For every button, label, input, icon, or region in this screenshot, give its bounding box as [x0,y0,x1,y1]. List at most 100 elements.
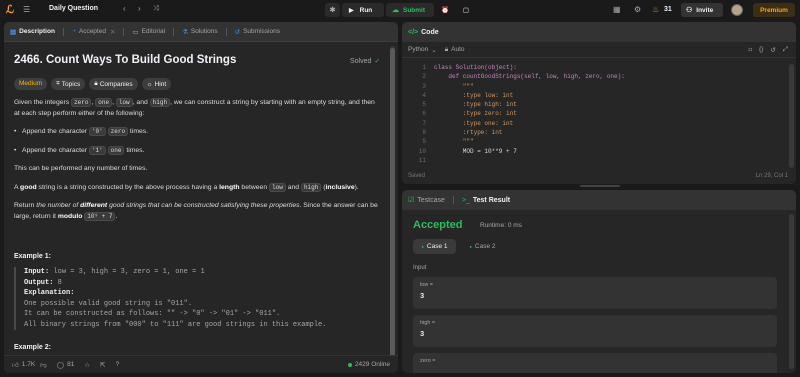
code-panel: </> Code Python ⌄ 🔒︎ Auto ⌑ {} ↺ ⤢ 1 clas… [402,22,796,184]
line-text: :rtype: int [434,129,503,137]
line-number: 3 [422,82,426,90]
topics-chip[interactable]: ⌗ Topics [51,78,86,90]
problem-title[interactable]: 2466. Count Ways To Build Good Strings [14,54,236,66]
case-2-button[interactable]: ● Case 2 [461,239,504,254]
code-line: 5 :type high: int [402,100,796,109]
book-icon: ▭ [132,28,139,36]
paragraph-return: Return the number of different good stri… [14,202,378,221]
top-bar: ℒ ☰ Daily Question ‹ › ⤨ ✱ ▶ Run ☁ Submi… [0,0,800,20]
tag-row: Medium ⌗ Topics 🔒︎ Companies ☼ Hint [14,78,172,90]
companies-chip[interactable]: 🔒︎ Companies [89,78,138,90]
auto-label[interactable]: Auto [451,46,464,53]
layout-icon[interactable]: ▦ [613,5,621,14]
tab-label: Solutions [190,28,218,35]
example-explanation: Explanation: [24,289,75,297]
page-title[interactable]: Daily Question [49,5,98,12]
tab-solutions[interactable]: ⚗ Solutions [182,28,218,36]
var-value: 3 [420,331,425,339]
code-header: </> Code [402,22,796,42]
leetcode-logo-icon[interactable]: ℒ [6,4,18,16]
code-line: 9 """ [402,137,796,146]
fire-icon: ♨ [652,5,660,14]
var-name: zero = [420,358,436,364]
alarm-icon: ⏰ [440,7,450,14]
comment-count: 81 [67,361,75,368]
line-text: MOD = 10**9 + 7 [434,147,517,155]
streak-count[interactable]: 31 [664,6,672,13]
test-panel: ☑ Testcase >_ Test Result Accepted Runti… [402,190,796,373]
invite-button[interactable]: ⚇ Invite [681,3,723,17]
panel-resize-handle[interactable] [580,185,620,187]
tab-accepted[interactable]: ◔ Accepted ✕ [72,28,116,36]
scrollbar-thumb[interactable] [390,48,395,356]
document-icon: ▤ [10,28,17,36]
notes-button[interactable]: ▢ [459,3,473,17]
run-label: Run [359,6,373,14]
run-button[interactable]: ▶ Run [342,3,384,17]
check-circle-icon: ✓ [374,58,381,65]
example-input: Input: low = 3, high = 3, zero = 1, one … [24,268,205,276]
code-editor[interactable]: 1 class Solution(object): 2 def countGoodS… [402,63,796,165]
chevron-down-icon[interactable]: ⌄ [431,46,436,54]
status-dot-icon: ● [469,244,472,249]
operations-list: • Append the character '0' zero times. •… [14,127,382,156]
line-number: 8 [422,129,426,137]
var-box-low: low = 3 [413,277,777,309]
difficulty-badge[interactable]: Medium [14,78,48,90]
line-number: 7 [422,119,426,127]
avatar[interactable] [731,4,743,16]
expand-icon[interactable]: ⤢ [783,46,788,54]
prev-problem-icon[interactable]: ‹ [123,4,126,13]
problem-list-icon[interactable]: ☰ [23,5,33,15]
share-icon[interactable]: ⇱ [100,361,105,369]
tag-icon: ⌗ [56,80,60,87]
help-icon[interactable]: ? [116,361,120,368]
case-label: Case 1 [426,243,448,250]
case-1-button[interactable]: ● Case 1 [413,239,456,254]
paragraph-good: A good string is a string constructed by… [14,182,359,192]
code-scrollbar[interactable] [789,64,794,168]
test-scrollbar[interactable] [789,214,794,369]
hint-chip[interactable]: ☼ Hint [141,78,172,90]
submit-button[interactable]: ☁ Submit [386,3,434,17]
bookmark-icon[interactable]: ⌑ [749,46,752,54]
tab-editorial[interactable]: ▭ Editorial [132,28,165,36]
paragraph-intro: Given the integers zero, one, low, and h… [14,98,375,117]
code-line: 3 """ [402,82,796,91]
code-title: Code [421,28,439,36]
premium-button[interactable]: Premium [753,3,795,17]
tab-testcase[interactable]: Testcase [417,197,445,204]
comment-icon[interactable]: ◯ [57,361,64,369]
explanation-line: One possible valid good string is "011". [24,299,193,308]
list-item: • Append the character '0' zero times. [14,127,149,137]
online-count: 2429 Online [354,361,390,368]
gear-icon[interactable]: ⚙ [634,5,641,14]
submit-label: Submit [403,6,426,14]
line-text: """ [434,138,474,146]
thumbs-down-icon[interactable]: 👎︎ [40,361,47,369]
online-dot-icon [347,362,352,367]
lock-icon: 🔒︎ [94,80,98,87]
braces-icon[interactable]: {} [759,46,763,54]
next-problem-icon[interactable]: › [138,4,141,13]
star-icon[interactable]: ☆ [84,361,90,369]
thumbs-up-icon[interactable]: 👍︎ [12,361,19,369]
shuffle-icon[interactable]: ⤨ [153,5,159,13]
example-output: Output: 8 [24,278,62,287]
line-text: :type zero: int [434,110,517,118]
tab-test-result[interactable]: Test Result [473,197,510,204]
line-number: 9 [422,138,426,146]
tab-submissions[interactable]: ↺ Submissions [235,28,280,36]
alarm-button[interactable]: ⏰ [438,3,452,17]
tab-description[interactable]: ▤ Description [10,28,55,36]
add-user-icon: ⚇ [686,7,693,14]
debug-button[interactable]: ✱ [325,3,340,17]
tab-label: Accepted [78,28,106,35]
close-icon[interactable]: ✕ [110,28,115,36]
description-panel: ▤ Description ◔ Accepted ✕ ▭ Editorial ⚗… [4,22,398,373]
hint-label: Hint [154,80,167,88]
language-select[interactable]: Python [408,46,428,53]
explanation-line: All binary strings from "000" to "111" a… [24,320,327,329]
reset-icon[interactable]: ↺ [770,46,775,54]
explanation-line: It can be constructed as follows: "" -> … [24,310,281,318]
